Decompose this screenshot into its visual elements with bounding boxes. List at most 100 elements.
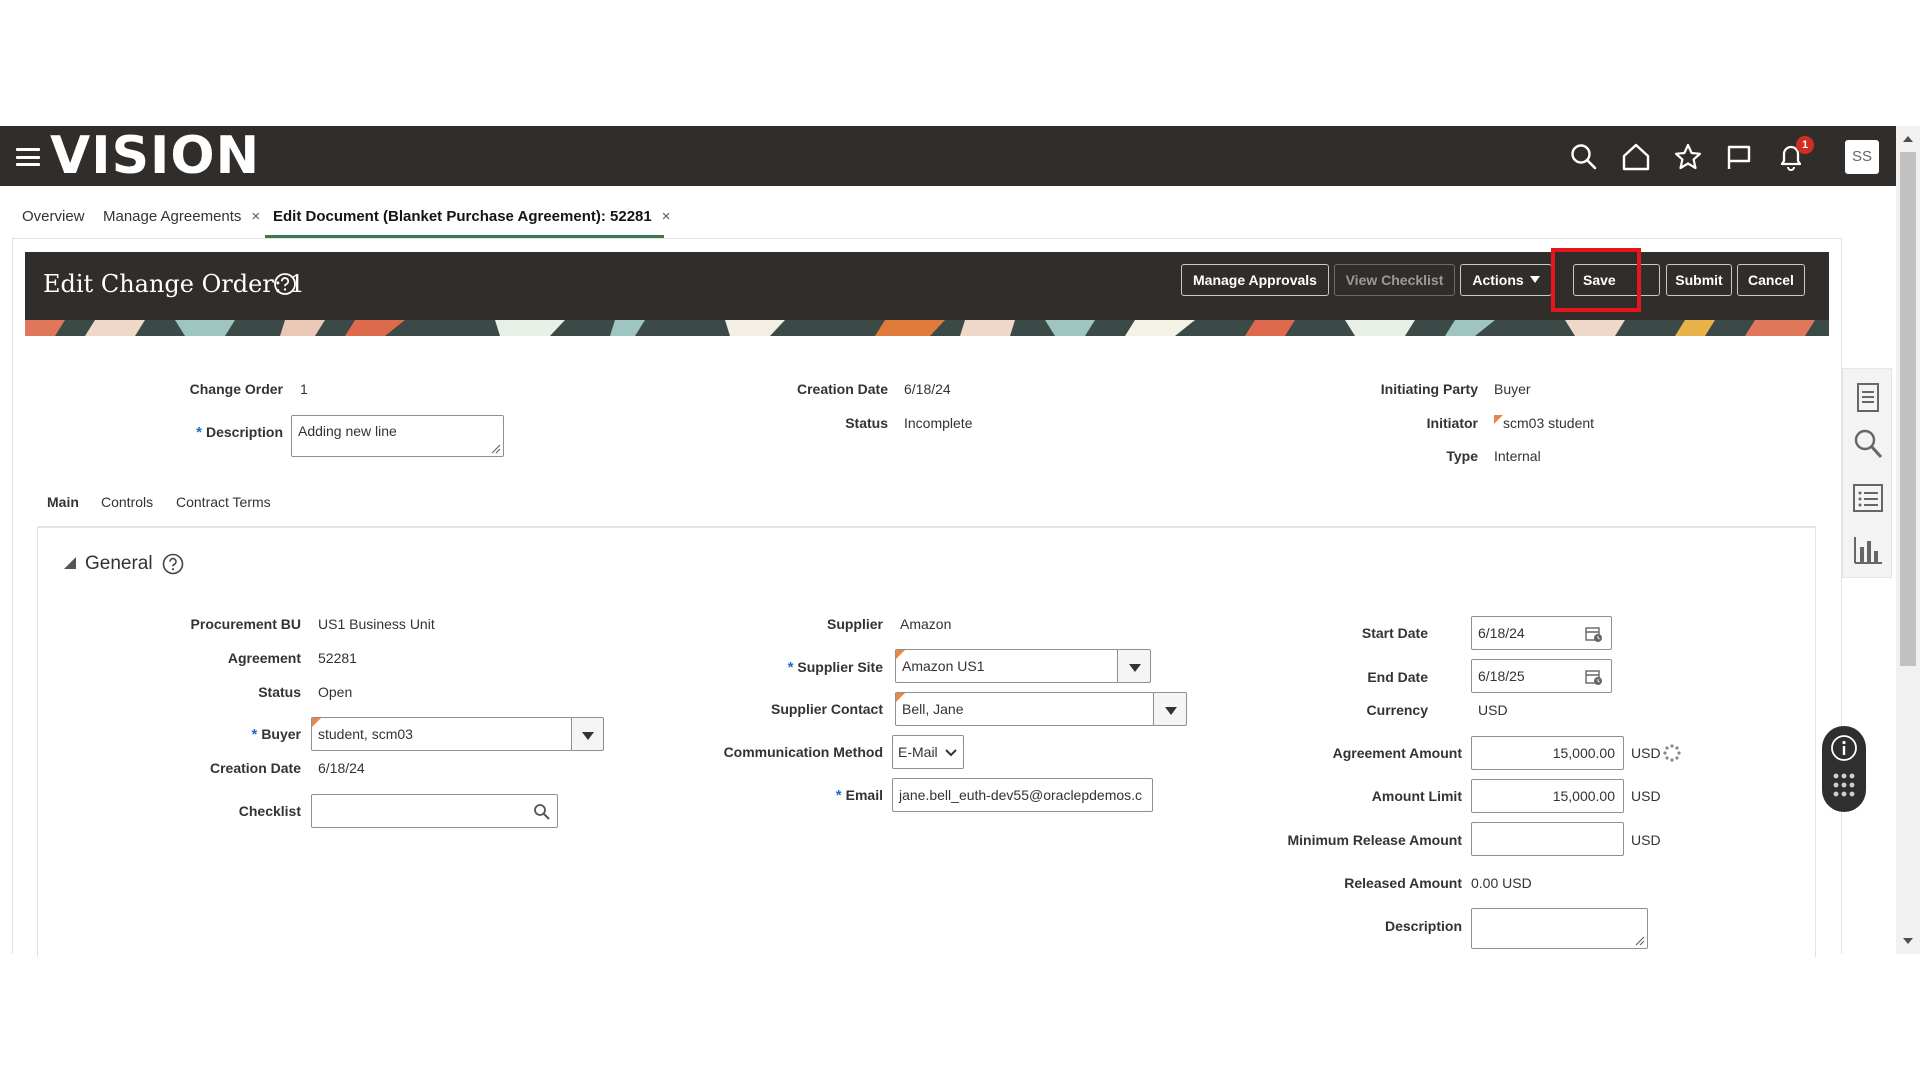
list-icon[interactable] bbox=[1852, 481, 1884, 515]
procurement-bu-label: Procurement BU bbox=[190, 616, 301, 632]
supplier-contact-select[interactable]: Bell, Jane bbox=[895, 692, 1154, 726]
start-date-input[interactable]: 6/18/24 bbox=[1471, 616, 1612, 650]
type-label: Type bbox=[1446, 448, 1478, 464]
actions-button[interactable]: Actions bbox=[1460, 264, 1552, 296]
supplier-site-select[interactable]: Amazon US1 bbox=[895, 649, 1118, 683]
type-value: Internal bbox=[1494, 448, 1541, 464]
subtab-main[interactable]: Main bbox=[47, 494, 79, 510]
chevron-down-icon[interactable] bbox=[1154, 693, 1186, 725]
calendar-icon[interactable] bbox=[1585, 625, 1603, 643]
vision-logo[interactable]: VISION bbox=[50, 130, 260, 182]
scroll-thumb[interactable] bbox=[1900, 152, 1916, 666]
start-date-value: 6/18/24 bbox=[1478, 625, 1525, 641]
scroll-up-arrow[interactable] bbox=[1903, 136, 1913, 142]
app-header: VISION 1 SS bbox=[0, 126, 1896, 186]
status-value: Open bbox=[318, 684, 353, 700]
amount-limit-input[interactable]: 15,000.00 bbox=[1471, 779, 1624, 813]
min-release-amount-input[interactable] bbox=[1471, 822, 1624, 856]
change-order-value: 1 bbox=[300, 381, 308, 397]
initiator-value[interactable]: scm03 student bbox=[1494, 415, 1594, 431]
tab-overview[interactable]: Overview bbox=[22, 200, 85, 238]
subtab-controls[interactable]: Controls bbox=[101, 494, 153, 510]
supplier-contact-dropdown[interactable] bbox=[1153, 692, 1187, 726]
supplier-contact-label: Supplier Contact bbox=[770, 701, 883, 717]
initiating-party-value: Buyer bbox=[1494, 381, 1531, 397]
bell-icon[interactable]: 1 bbox=[1776, 136, 1814, 172]
page-title: Edit Change Order: 1 bbox=[43, 270, 305, 298]
buyer-label: * Buyer bbox=[150, 726, 301, 743]
description-label: * Description bbox=[150, 424, 283, 441]
home-icon[interactable] bbox=[1621, 142, 1651, 172]
cancel-button[interactable]: Cancel bbox=[1737, 264, 1805, 296]
communication-method-select[interactable]: E-Mail bbox=[892, 735, 964, 769]
manage-approvals-button[interactable]: Manage Approvals bbox=[1181, 264, 1329, 296]
supplier-contact-value: Bell, Jane bbox=[902, 701, 964, 717]
search-icon[interactable] bbox=[1852, 427, 1884, 461]
calendar-icon[interactable] bbox=[1585, 668, 1603, 686]
chevron-down-icon[interactable] bbox=[1118, 650, 1150, 682]
email-label-text: Email bbox=[845, 787, 883, 803]
bar-chart-icon[interactable] bbox=[1852, 533, 1884, 567]
scroll-down-arrow[interactable] bbox=[1903, 938, 1913, 944]
end-date-label: End Date bbox=[1367, 669, 1428, 685]
email-label: * Email bbox=[680, 787, 883, 804]
help-icon[interactable] bbox=[273, 272, 297, 296]
tab-manage-agreements[interactable]: Manage Agreements × bbox=[103, 200, 260, 238]
document-icon[interactable] bbox=[1852, 381, 1884, 415]
tab-bar: Overview Manage Agreements × Edit Documen… bbox=[0, 200, 1860, 238]
general-description-input[interactable] bbox=[1471, 908, 1648, 949]
resize-grip-icon[interactable] bbox=[491, 444, 501, 454]
search-icon[interactable] bbox=[533, 803, 551, 821]
collapse-triangle-icon[interactable] bbox=[64, 557, 76, 569]
view-checklist-button[interactable]: View Checklist bbox=[1334, 264, 1455, 296]
creation-date-value: 6/18/24 bbox=[318, 760, 365, 776]
assistant-button[interactable] bbox=[1822, 726, 1866, 812]
required-indicator: * bbox=[251, 726, 258, 743]
amount-limit-currency: USD bbox=[1631, 788, 1661, 804]
tab-edit-document[interactable]: Edit Document (Blanket Purchase Agreemen… bbox=[265, 200, 671, 238]
star-icon[interactable] bbox=[1673, 142, 1703, 172]
search-icon[interactable] bbox=[1569, 142, 1599, 172]
help-icon[interactable] bbox=[162, 553, 184, 575]
corner-flag-icon bbox=[896, 693, 905, 702]
decorative-banner bbox=[25, 320, 1829, 336]
agreement-value: 52281 bbox=[318, 650, 357, 666]
email-input[interactable]: jane.bell_euth-dev55@oraclepdemos.c bbox=[892, 778, 1153, 812]
released-amount-number: 0.00 bbox=[1471, 875, 1499, 891]
close-icon[interactable]: × bbox=[251, 208, 260, 225]
chevron-down-icon[interactable] bbox=[572, 718, 603, 750]
min-release-amount-currency: USD bbox=[1631, 832, 1661, 848]
communication-method-label: Communication Method bbox=[723, 744, 883, 760]
agreement-label: Agreement bbox=[227, 650, 301, 666]
actions-label: Actions bbox=[1472, 272, 1524, 288]
corner-flag-icon bbox=[312, 718, 321, 727]
checklist-input[interactable] bbox=[311, 794, 558, 828]
chevron-down-icon bbox=[945, 749, 957, 757]
buyer-select[interactable]: student, scm03 bbox=[311, 717, 572, 751]
creation-date-label: Creation Date bbox=[209, 760, 301, 776]
subtab-contract-terms[interactable]: Contract Terms bbox=[176, 494, 271, 510]
description-input[interactable]: Adding new line bbox=[291, 415, 504, 457]
supplier-site-dropdown[interactable] bbox=[1117, 649, 1151, 683]
resize-grip-icon[interactable] bbox=[1635, 936, 1645, 946]
released-amount-value: 0.00 USD bbox=[1471, 875, 1532, 891]
page-scrollbar[interactable] bbox=[1896, 126, 1920, 954]
amount-limit-label: Amount Limit bbox=[1371, 788, 1462, 804]
status-label: Status bbox=[258, 684, 301, 700]
supplier-site-label-text: Supplier Site bbox=[797, 659, 883, 675]
menu-icon[interactable] bbox=[16, 148, 40, 166]
required-indicator: * bbox=[787, 659, 794, 676]
description-label-text: Description bbox=[205, 424, 283, 440]
flag-icon[interactable] bbox=[1724, 142, 1754, 172]
submit-button[interactable]: Submit bbox=[1666, 264, 1732, 296]
avatar[interactable]: SS bbox=[1845, 140, 1879, 174]
supplier-label: Supplier bbox=[826, 616, 883, 632]
email-value: jane.bell_euth-dev55@oraclepdemos.c bbox=[899, 787, 1143, 803]
buyer-dropdown[interactable] bbox=[571, 717, 604, 751]
released-amount-currency: USD bbox=[1502, 875, 1532, 891]
close-icon[interactable]: × bbox=[662, 208, 671, 225]
agreement-amount-input[interactable]: 15,000.00 bbox=[1471, 736, 1624, 770]
end-date-input[interactable]: 6/18/25 bbox=[1471, 659, 1612, 693]
tab-label: Edit Document (Blanket Purchase Agreemen… bbox=[273, 208, 652, 225]
loading-spinner-icon bbox=[1663, 744, 1681, 762]
